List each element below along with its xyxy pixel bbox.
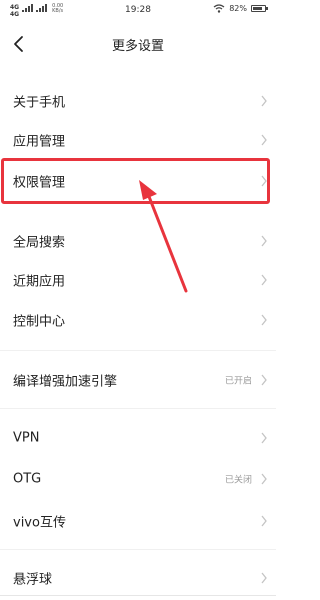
chevron-right-icon bbox=[261, 314, 267, 326]
chevron-right-icon bbox=[261, 274, 267, 286]
battery-icon bbox=[251, 5, 268, 12]
section-divider bbox=[0, 549, 276, 550]
battery-percent: 82% bbox=[229, 4, 247, 13]
settings-item-label: 悬浮球 bbox=[13, 572, 53, 588]
settings-item-label: OTG bbox=[13, 471, 42, 487]
chevron-right-icon bbox=[261, 374, 267, 386]
wifi-icon bbox=[213, 4, 225, 13]
settings-item-compile-acceleration[interactable]: 编译增强加速引擎 已开启 bbox=[0, 360, 276, 400]
settings-item-floating-ball[interactable]: 悬浮球 bbox=[0, 558, 276, 598]
settings-item-vivo-share[interactable]: vivo互传 bbox=[0, 501, 276, 541]
settings-item-label: 近期应用 bbox=[13, 274, 66, 290]
settings-item-label: 全局搜索 bbox=[13, 235, 66, 251]
settings-item-label: 应用管理 bbox=[13, 134, 66, 150]
settings-item-recent-apps[interactable]: 近期应用 bbox=[0, 260, 276, 300]
settings-item-label: VPN bbox=[13, 430, 40, 446]
chevron-right-icon bbox=[261, 95, 267, 107]
settings-item-control-center[interactable]: 控制中心 bbox=[0, 300, 276, 340]
settings-item-otg[interactable]: OTG 已关闭 bbox=[0, 459, 276, 499]
settings-item-value: 已开启 bbox=[224, 376, 252, 387]
bottom-divider bbox=[0, 595, 276, 596]
status-right: 82% bbox=[213, 4, 268, 13]
title-bar: 更多设置 bbox=[0, 24, 276, 64]
section-divider bbox=[0, 408, 276, 409]
chevron-right-icon bbox=[261, 515, 267, 527]
chevron-right-icon bbox=[261, 235, 267, 247]
chevron-right-icon bbox=[261, 432, 267, 444]
chevron-right-icon bbox=[261, 572, 267, 584]
highlight-box bbox=[1, 158, 270, 204]
page-title: 更多设置 bbox=[111, 39, 164, 54]
settings-item-global-search[interactable]: 全局搜索 bbox=[0, 221, 276, 261]
status-bar: 4G 4G 0.00 KB/s 19:28 82% bbox=[0, 0, 276, 22]
settings-screen: 4G 4G 0.00 KB/s 19:28 82% 更多设置 关于手机 应用管理… bbox=[0, 0, 276, 600]
battery-fill bbox=[253, 7, 262, 10]
chevron-right-icon bbox=[261, 473, 267, 485]
settings-item-label: 控制中心 bbox=[13, 314, 66, 330]
settings-item-app-management[interactable]: 应用管理 bbox=[0, 120, 276, 160]
settings-item-about-phone[interactable]: 关于手机 bbox=[0, 81, 276, 121]
chevron-right-icon bbox=[261, 134, 267, 146]
settings-item-label: vivo互传 bbox=[13, 515, 66, 531]
settings-item-label: 编译增强加速引擎 bbox=[13, 374, 118, 390]
settings-item-value: 已关闭 bbox=[224, 475, 252, 486]
section-divider bbox=[0, 350, 276, 351]
settings-item-vpn[interactable]: VPN bbox=[0, 418, 276, 458]
settings-item-label: 关于手机 bbox=[13, 95, 66, 111]
